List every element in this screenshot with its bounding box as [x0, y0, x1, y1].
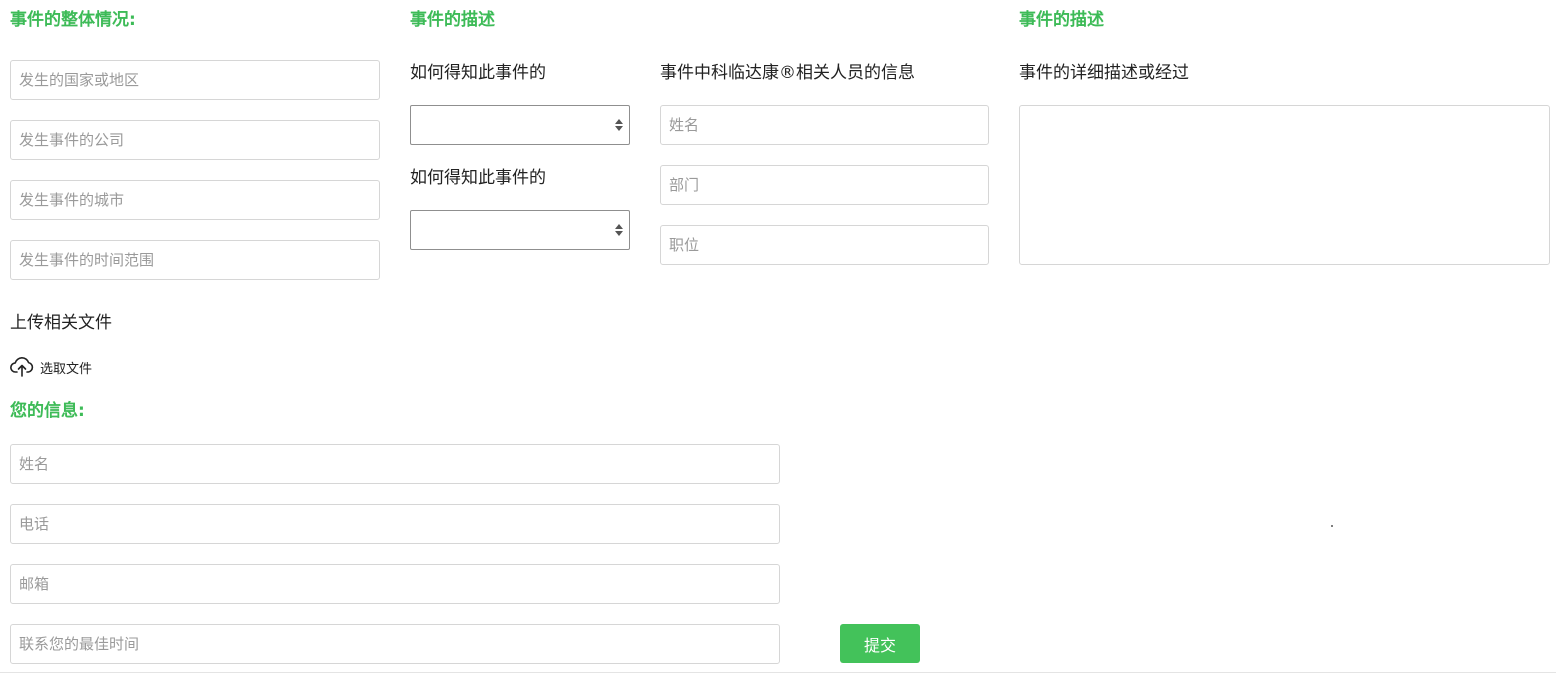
your-name-input[interactable] [10, 444, 780, 484]
detail-section-title: 事件的描述 [1019, 10, 1104, 30]
upload-label: 上传相关文件 [10, 313, 112, 333]
description-section-title: 事件的描述 [410, 10, 495, 30]
detail-textarea[interactable] [1019, 105, 1550, 265]
staff-position-input[interactable] [660, 225, 989, 265]
staff-name-input[interactable] [660, 105, 989, 145]
submit-button[interactable]: 提交 [840, 624, 920, 663]
how-known-select-2[interactable] [410, 210, 630, 250]
country-input[interactable] [10, 60, 380, 100]
detail-label: 事件的详细描述或经过 [1019, 63, 1189, 83]
select-arrows-icon [615, 119, 623, 131]
select-file-button[interactable]: 选取文件 [10, 355, 92, 379]
company-input[interactable] [10, 120, 380, 160]
time-range-input[interactable] [10, 240, 380, 280]
your-info-section-title: 您的信息: [10, 401, 85, 421]
select-arrows-icon [615, 224, 623, 236]
phone-input[interactable] [10, 504, 780, 544]
overall-section-title: 事件的整体情况: [10, 10, 136, 30]
staff-info-label: 事件中科临达康®相关人员的信息 [660, 63, 915, 83]
staff-department-input[interactable] [660, 165, 989, 205]
email-input[interactable] [10, 564, 780, 604]
select-file-label: 选取文件 [40, 361, 93, 377]
how-known-label-2: 如何得知此事件的 [410, 168, 546, 188]
bottom-divider [0, 672, 1556, 673]
best-contact-time-input[interactable] [10, 624, 780, 664]
how-known-label-1: 如何得知此事件的 [410, 63, 546, 83]
how-known-select-1[interactable] [410, 105, 630, 145]
cloud-upload-icon [10, 357, 34, 377]
city-input[interactable] [10, 180, 380, 220]
stray-dot [1331, 525, 1333, 527]
